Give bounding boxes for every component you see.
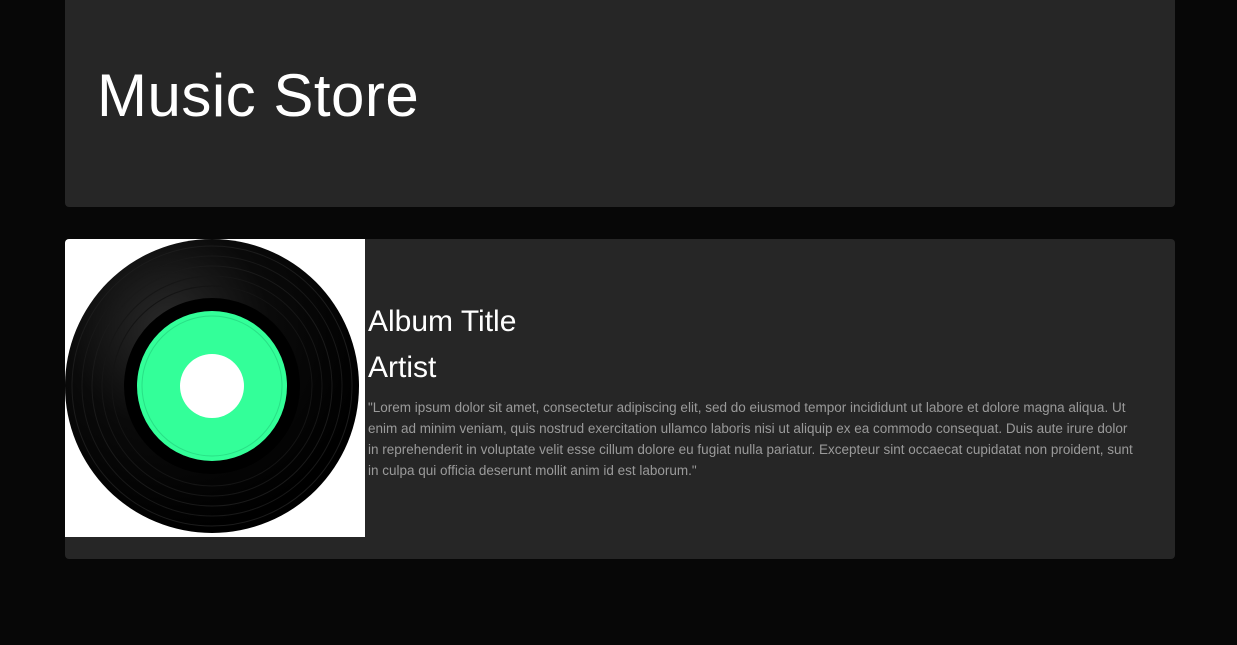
album-artist[interactable]: Artist (368, 349, 1138, 387)
album-description: "Lorem ipsum dolor sit amet, consectetur… (368, 400, 1133, 478)
album-info: Album Title Artist "Lorem ipsum dolor si… (368, 303, 1138, 481)
album-card[interactable]: Album Title Artist "Lorem ipsum dolor si… (65, 239, 1175, 559)
page-title: Music Store (97, 62, 420, 129)
vinyl-record-icon (65, 239, 359, 533)
album-art[interactable] (65, 239, 365, 537)
album-title[interactable]: Album Title (368, 303, 1138, 341)
site-header: Music Store (65, 0, 1175, 207)
